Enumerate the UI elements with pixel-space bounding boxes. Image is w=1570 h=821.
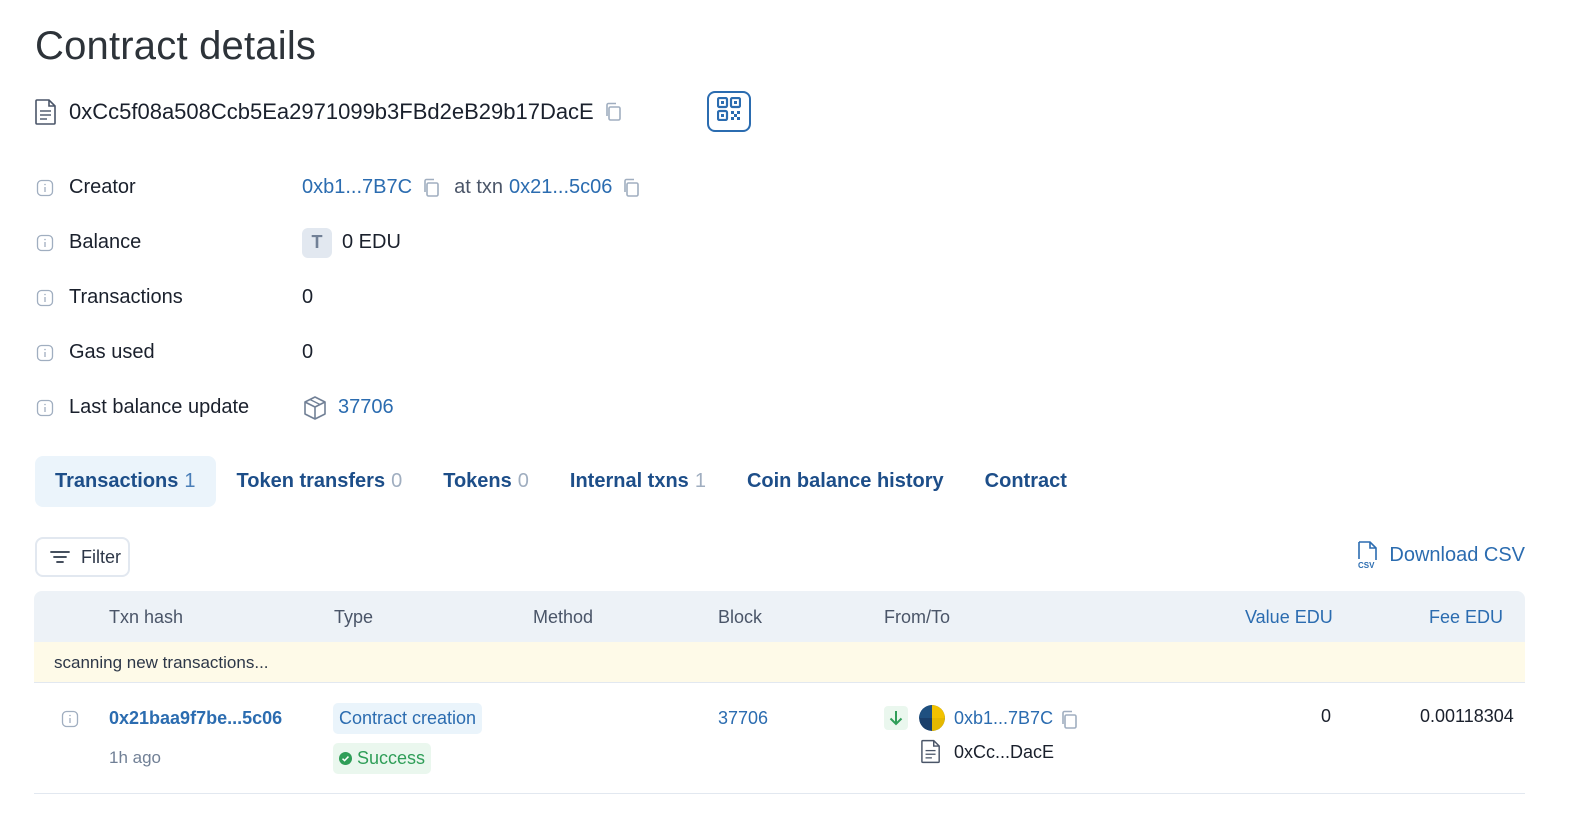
block-cube-icon [304, 395, 326, 420]
file-document-icon [921, 739, 940, 764]
address-avatar [919, 705, 945, 731]
filter-icon [50, 551, 70, 563]
svg-text:CSV: CSV [1358, 561, 1375, 569]
creator-txn-link[interactable]: 0x21...5c06 [509, 176, 612, 199]
detail-row-balance: Balance T 0 EDU [35, 215, 640, 270]
csv-file-icon: CSV [1358, 541, 1378, 569]
tab-transactions[interactable]: Transactions 1 [35, 456, 216, 507]
tab-tokens[interactable]: Tokens 0 [423, 456, 549, 507]
arrow-down-icon [884, 706, 908, 730]
header-value: Value EDU [1245, 607, 1333, 627]
txn-block-link[interactable]: 37706 [718, 708, 768, 729]
txn-status-badge: Success [333, 743, 432, 774]
balance-label: Balance [69, 231, 142, 253]
copy-icon[interactable] [1060, 710, 1078, 730]
transactions-value: 0 [302, 286, 314, 308]
detail-row-last-balance-update: Last balance update 37706 [35, 380, 640, 435]
file-document-icon [35, 99, 57, 125]
table-header: Txn hash Type Method Block From/To Value… [34, 591, 1525, 642]
tab-label: Transactions [55, 470, 179, 492]
qr-code-button[interactable] [707, 91, 751, 132]
page-title: Contract details [35, 24, 317, 68]
creator-value: 0xb1...7B7C at txn 0x21...5c06 [302, 176, 640, 199]
qr-code-icon [716, 96, 742, 126]
scanning-notice: scanning new transactions... [34, 642, 1525, 683]
info-icon[interactable] [35, 233, 55, 253]
info-icon[interactable] [35, 398, 55, 418]
tab-count: 0 [391, 470, 403, 492]
detail-row-transactions: Transactions 0 [35, 270, 640, 325]
header-block: Block [718, 607, 763, 627]
download-csv-button[interactable]: CSV Download CSV [1357, 541, 1525, 569]
txn-type-badge: Contract creation [333, 703, 483, 734]
copy-icon[interactable] [622, 178, 640, 198]
status-label: Success [357, 748, 426, 768]
at-txn-label: at txn [454, 176, 503, 198]
last-balance-update-value: 37706 [302, 395, 394, 421]
contract-details-list: Creator 0xb1...7B7C at txn 0x21...5c06 B… [35, 160, 640, 435]
header-from-to: From/To [884, 607, 951, 627]
tab-count: 1 [694, 470, 706, 492]
header-fee: Fee EDU [1429, 607, 1504, 627]
header-method: Method [533, 607, 594, 627]
filter-label: Filter [81, 546, 121, 567]
tab-count: 0 [517, 470, 529, 492]
tab-label: Internal txns [569, 470, 689, 492]
to-address[interactable]: 0xCc...DacE [954, 742, 1054, 763]
gas-used-label: Gas used [69, 341, 155, 363]
contract-address-row: 0xCc5f08a508Ccb5Ea2971099b3FBd2eB29b17Da… [35, 92, 622, 132]
transactions-label: Transactions [69, 286, 183, 308]
tab-internal-txns[interactable]: Internal txns 1 [550, 456, 726, 507]
transactions-table: Txn hash Type Method Block From/To Value… [34, 591, 1525, 794]
info-icon[interactable] [35, 178, 55, 198]
tab-coin-balance-history[interactable]: Coin balance history [727, 456, 964, 507]
tab-count: 1 [184, 470, 196, 492]
tab-label: Token transfers [236, 470, 386, 492]
txn-time: 1h ago [109, 748, 161, 767]
gas-used-value: 0 [302, 341, 314, 363]
info-icon[interactable] [35, 288, 55, 308]
detail-row-creator: Creator 0xb1...7B7C at txn 0x21...5c06 [35, 160, 640, 215]
header-type: Type [334, 607, 374, 627]
header-txn-hash: Txn hash [109, 607, 184, 627]
txn-value: 0 [1321, 706, 1332, 726]
txn-hash-link[interactable]: 0x21baa9f7be...5c06 [109, 708, 282, 729]
last-balance-block-link[interactable]: 37706 [338, 396, 394, 419]
balance-value: 0 EDU [342, 231, 401, 253]
tab-label: Coin balance history [746, 470, 944, 492]
last-balance-update-label: Last balance update [69, 396, 250, 418]
tab-label: Tokens [443, 470, 512, 492]
info-icon[interactable] [60, 709, 80, 729]
download-csv-label: Download CSV [1389, 543, 1525, 566]
creator-label: Creator [69, 176, 136, 198]
from-address-link[interactable]: 0xb1...7B7C [954, 708, 1053, 729]
copy-icon[interactable] [422, 178, 440, 198]
creator-address-link[interactable]: 0xb1...7B7C [302, 176, 412, 199]
tabs-bar: Transactions 1 Token transfers 0 Tokens … [35, 456, 1088, 507]
check-circle-icon [339, 752, 352, 765]
copy-icon[interactable] [604, 102, 622, 122]
detail-row-gas-used: Gas used 0 [35, 325, 640, 380]
txn-fee: 0.00118304 [1420, 706, 1514, 726]
tab-label: Contract [984, 470, 1067, 492]
tab-token-transfers[interactable]: Token transfers 0 [217, 456, 423, 507]
info-icon[interactable] [35, 343, 55, 363]
contract-address: 0xCc5f08a508Ccb5Ea2971099b3FBd2eB29b17Da… [69, 99, 594, 124]
balance-value-group: T 0 EDU [302, 227, 401, 258]
filter-button[interactable]: Filter [35, 537, 130, 577]
tab-contract[interactable]: Contract [965, 456, 1087, 507]
token-avatar: T [302, 227, 332, 258]
table-row: 0x21baa9f7be...5c06 1h ago Contract crea… [34, 683, 1525, 794]
